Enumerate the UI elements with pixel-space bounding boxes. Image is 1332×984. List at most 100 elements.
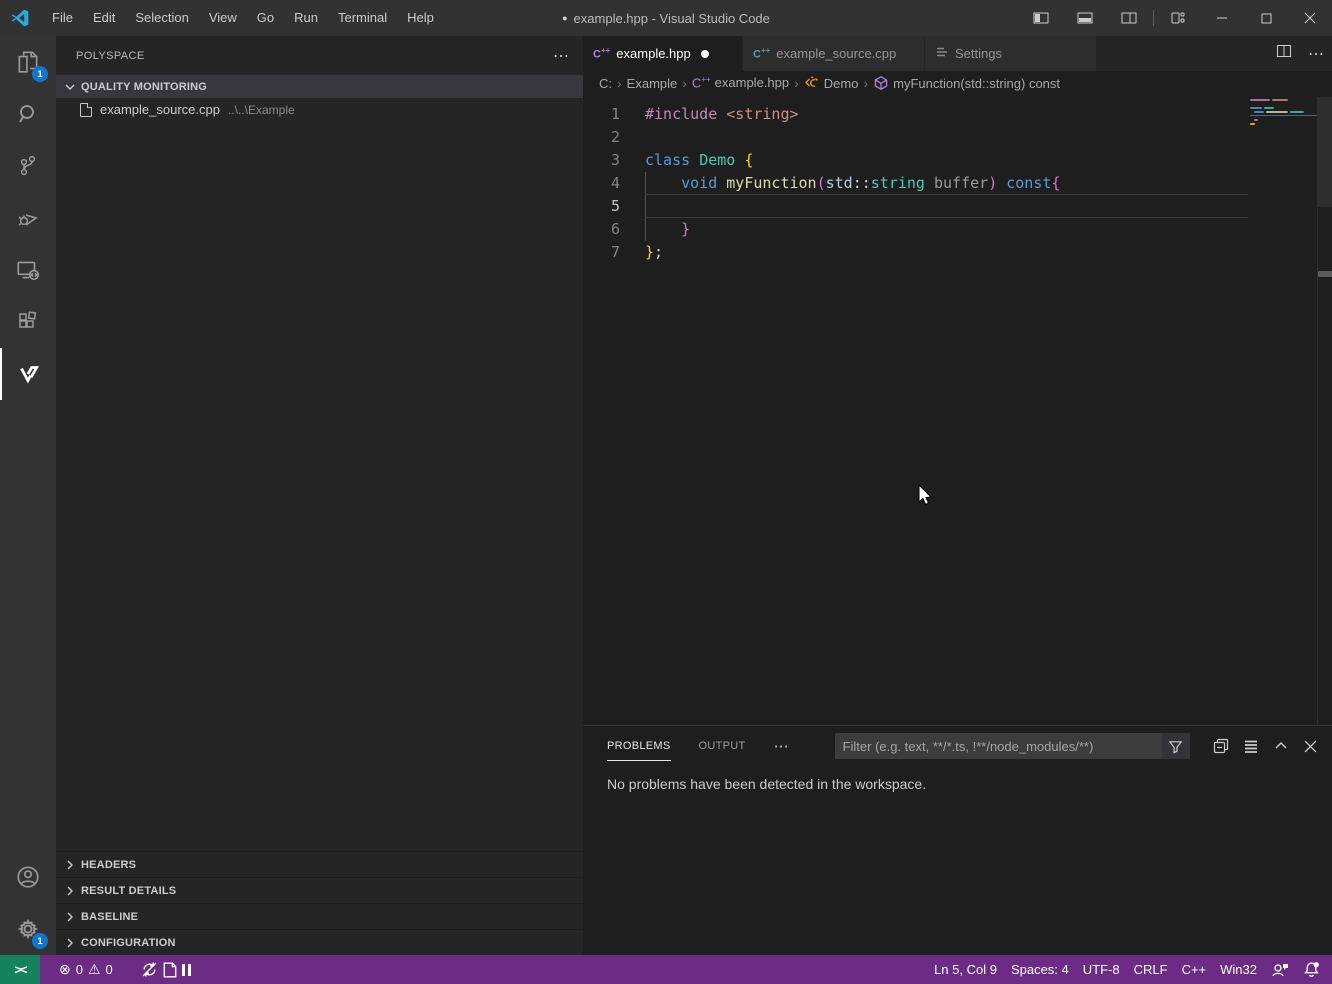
line-number[interactable]: 1: [583, 103, 620, 126]
code-line-6[interactable]: 6 }: [583, 218, 1332, 241]
close-panel-icon[interactable]: [1296, 733, 1326, 759]
code-line-1[interactable]: 1#include <string>: [583, 103, 1332, 126]
line-number[interactable]: 3: [583, 149, 620, 172]
line-number[interactable]: 2: [583, 126, 620, 149]
tab-output[interactable]: OUTPUT: [699, 726, 746, 766]
breadcrumb-drive[interactable]: C:: [599, 76, 612, 91]
code-line-2[interactable]: 2: [583, 126, 1332, 149]
polyspace-status-icons[interactable]: [134, 955, 198, 984]
section-result-details[interactable]: RESULT DETAILS: [56, 877, 583, 903]
minimap[interactable]: [1248, 97, 1317, 137]
filter-funnel-icon[interactable]: [1162, 733, 1190, 759]
feedback-icon[interactable]: [1264, 955, 1296, 984]
line-number[interactable]: 4: [583, 172, 620, 195]
tree-item-example-source[interactable]: example_source.cpp ..\..\Example: [56, 98, 583, 121]
menu-selection[interactable]: Selection: [125, 0, 198, 36]
bottom-panel: PROBLEMS OUTPUT ⋯ No problems have been …: [583, 725, 1332, 955]
encoding[interactable]: UTF-8: [1076, 955, 1127, 984]
breadcrumb-separator: ›: [617, 75, 622, 91]
section-quality-monitoring[interactable]: QUALITY MONITORING: [56, 75, 583, 98]
extensions-icon[interactable]: [0, 296, 56, 348]
problems-counts[interactable]: ⊗ 0 ⚠ 0: [52, 955, 120, 984]
menu-file[interactable]: File: [42, 0, 83, 36]
line-number[interactable]: 5: [583, 195, 620, 218]
collapse-all-icon[interactable]: [1206, 733, 1236, 759]
menu-help[interactable]: Help: [397, 0, 444, 36]
section-baseline[interactable]: BASELINE: [56, 903, 583, 929]
search-icon[interactable]: [0, 88, 56, 140]
chevron-down-icon: [62, 79, 78, 95]
explorer-icon[interactable]: 1: [0, 36, 56, 88]
toggle-secondary-sidebar-icon[interactable]: [1107, 0, 1151, 36]
view-as-table-icon[interactable]: [1236, 733, 1266, 759]
window-title: ●example.hpp - Visual Studio Code: [562, 11, 770, 26]
menu-terminal[interactable]: Terminal: [328, 0, 397, 36]
notifications-bell-icon[interactable]: [1296, 955, 1332, 984]
title-dirty-indicator: ●: [562, 13, 567, 23]
scrollbar-slider[interactable]: [1318, 97, 1332, 207]
sidebar-more-actions-icon[interactable]: ⋯: [553, 46, 569, 66]
menu-run[interactable]: Run: [284, 0, 328, 36]
symbol-class-icon: [804, 75, 820, 91]
remote-indicator[interactable]: ><: [0, 955, 40, 984]
file-path: ..\..\Example: [228, 103, 295, 117]
code-line-7[interactable]: 7};: [583, 241, 1332, 264]
settings-gear-icon[interactable]: 1: [0, 903, 56, 955]
maximize-button[interactable]: [1244, 0, 1288, 36]
tab-example-source-cpp[interactable]: C++ example_source.cpp: [743, 36, 925, 71]
language-mode[interactable]: C++: [1175, 955, 1214, 984]
maximize-panel-icon[interactable]: [1266, 733, 1296, 759]
settings-file-icon: [935, 45, 949, 62]
run-and-debug-icon[interactable]: [0, 192, 56, 244]
customize-layout-icon[interactable]: [1156, 0, 1200, 36]
tab-dirty-indicator[interactable]: [701, 50, 709, 58]
editor-more-actions-icon[interactable]: ⋯: [1300, 44, 1332, 64]
menu-go[interactable]: Go: [247, 0, 284, 36]
menu-edit[interactable]: Edit: [83, 0, 125, 36]
error-icon: ⊗: [59, 961, 71, 978]
tab-settings[interactable]: Settings: [925, 36, 1097, 71]
menu-view[interactable]: View: [199, 0, 247, 36]
code-editor[interactable]: 1#include <string>23class Demo {4 void m…: [583, 95, 1332, 725]
breadcrumb-separator: ›: [794, 75, 799, 91]
tab-example-hpp[interactable]: C++ example.hpp: [583, 36, 743, 71]
cpp-file-icon: C++: [753, 46, 770, 61]
tab-problems[interactable]: PROBLEMS: [607, 726, 671, 766]
source-control-icon[interactable]: [0, 140, 56, 192]
file-icon: [80, 103, 92, 117]
toggle-panel-icon[interactable]: [1063, 0, 1107, 36]
breadcrumb-class-demo[interactable]: Demo: [804, 75, 859, 91]
split-editor-icon[interactable]: [1268, 43, 1300, 64]
line-number[interactable]: 6: [583, 218, 620, 241]
breadcrumb-folder[interactable]: Example: [627, 76, 678, 91]
line-content: void myFunction(std::string buffer) cons…: [645, 172, 1060, 195]
code-line-4[interactable]: 4 void myFunction(std::string buffer) co…: [583, 172, 1332, 195]
platform[interactable]: Win32: [1213, 955, 1264, 984]
remote-explorer-icon[interactable]: [0, 244, 56, 296]
chevron-right-icon: [62, 909, 78, 925]
code-line-5[interactable]: 5: [583, 195, 1332, 218]
line-content: class Demo {: [645, 149, 753, 172]
toggle-sidebar-icon[interactable]: [1019, 0, 1063, 36]
line-number[interactable]: 7: [583, 241, 620, 264]
sync-disabled-icon: [141, 961, 158, 978]
line-content: };: [645, 241, 663, 264]
indentation[interactable]: Spaces: 4: [1004, 955, 1076, 984]
polyspace-icon[interactable]: [0, 348, 56, 400]
eol-sequence[interactable]: CRLF: [1127, 955, 1175, 984]
code-line-3[interactable]: 3 class Demo {: [583, 149, 1332, 172]
explorer-badge: 1: [32, 66, 48, 82]
filter-input[interactable]: [835, 739, 1162, 754]
minimize-button[interactable]: [1200, 0, 1244, 36]
document-icon: [163, 962, 177, 978]
cursor-position[interactable]: Ln 5, Col 9: [927, 955, 1004, 984]
section-configuration[interactable]: CONFIGURATION: [56, 929, 583, 955]
close-button[interactable]: [1288, 0, 1332, 36]
breadcrumb-file[interactable]: C++ example.hpp: [692, 75, 789, 90]
section-headers[interactable]: HEADERS: [56, 851, 583, 877]
panel-more-tabs-icon[interactable]: ⋯: [774, 737, 789, 755]
account-icon[interactable]: [0, 851, 56, 903]
breadcrumb-separator: ›: [863, 75, 868, 91]
breadcrumb-method-myfunction[interactable]: myFunction(std::string) const: [873, 75, 1060, 91]
editor-group: C++ example.hpp C++ example_source.cpp S…: [583, 36, 1332, 725]
